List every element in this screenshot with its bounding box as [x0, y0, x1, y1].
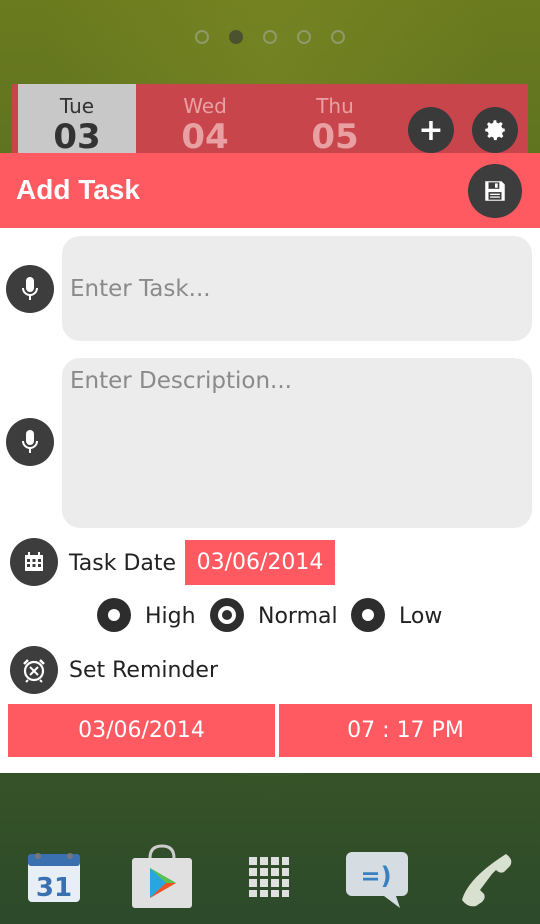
- save-button[interactable]: [468, 164, 522, 218]
- svg-text:=): =): [360, 862, 391, 890]
- widget-day-wed[interactable]: Wed 04: [146, 84, 264, 154]
- play-store-icon[interactable]: [128, 842, 196, 914]
- priority-normal-radio[interactable]: [210, 598, 244, 632]
- widget-day-thu[interactable]: Thu 05: [276, 84, 394, 154]
- page-dot[interactable]: [331, 30, 345, 44]
- page-dot-active[interactable]: [229, 30, 243, 44]
- day-name: Thu: [316, 94, 354, 118]
- task-date-label: Task Date: [69, 551, 177, 576]
- description-input[interactable]: [62, 358, 532, 528]
- page-dot[interactable]: [195, 30, 209, 44]
- task-voice-input-button[interactable]: [6, 265, 54, 313]
- app-drawer-icon[interactable]: [248, 856, 290, 902]
- calendar-widget: Tue 03 Wed 04 Thu 05 +: [12, 84, 528, 154]
- phone-icon[interactable]: [458, 850, 516, 912]
- task-input[interactable]: [62, 236, 532, 341]
- description-voice-input-button[interactable]: [6, 418, 54, 466]
- calendar-number: 31: [36, 873, 72, 903]
- gear-icon[interactable]: [472, 107, 518, 153]
- day-number: 05: [311, 117, 359, 157]
- day-name: Wed: [183, 94, 227, 118]
- day-number: 03: [53, 117, 101, 157]
- day-number: 04: [181, 117, 229, 157]
- task-date-picker[interactable]: 03/06/2014: [185, 540, 335, 585]
- add-task-dialog: Add Task Enter Task... Enter Description…: [0, 153, 540, 773]
- messaging-icon[interactable]: =): [344, 848, 412, 914]
- reminder-time-button[interactable]: 07 : 17 PM: [279, 704, 532, 757]
- page-dot[interactable]: [263, 30, 277, 44]
- page-dot[interactable]: [297, 30, 311, 44]
- widget-day-tue[interactable]: Tue 03: [18, 84, 136, 154]
- dialog-header: Add Task: [0, 153, 540, 228]
- set-reminder-label: Set Reminder: [69, 658, 218, 683]
- priority-low-radio[interactable]: [351, 598, 385, 632]
- calendar-icon[interactable]: [10, 538, 58, 586]
- priority-normal-label: Normal: [258, 604, 338, 629]
- day-name: Tue: [59, 94, 95, 118]
- dialog-title: Add Task: [16, 174, 140, 205]
- alarm-clock-icon[interactable]: [10, 646, 58, 694]
- page-indicator: [195, 30, 345, 44]
- priority-low-label: Low: [399, 604, 443, 629]
- reminder-date-button[interactable]: 03/06/2014: [8, 704, 275, 757]
- floppy-disk-icon: [485, 181, 505, 201]
- priority-high-label: High: [145, 604, 196, 629]
- calendar-icon[interactable]: 31: [25, 848, 83, 910]
- home-dock: 31 =): [0, 840, 540, 924]
- priority-high-radio[interactable]: [97, 598, 131, 632]
- microphone-icon: [22, 277, 38, 300]
- plus-icon[interactable]: +: [408, 107, 454, 153]
- microphone-icon: [22, 430, 38, 453]
